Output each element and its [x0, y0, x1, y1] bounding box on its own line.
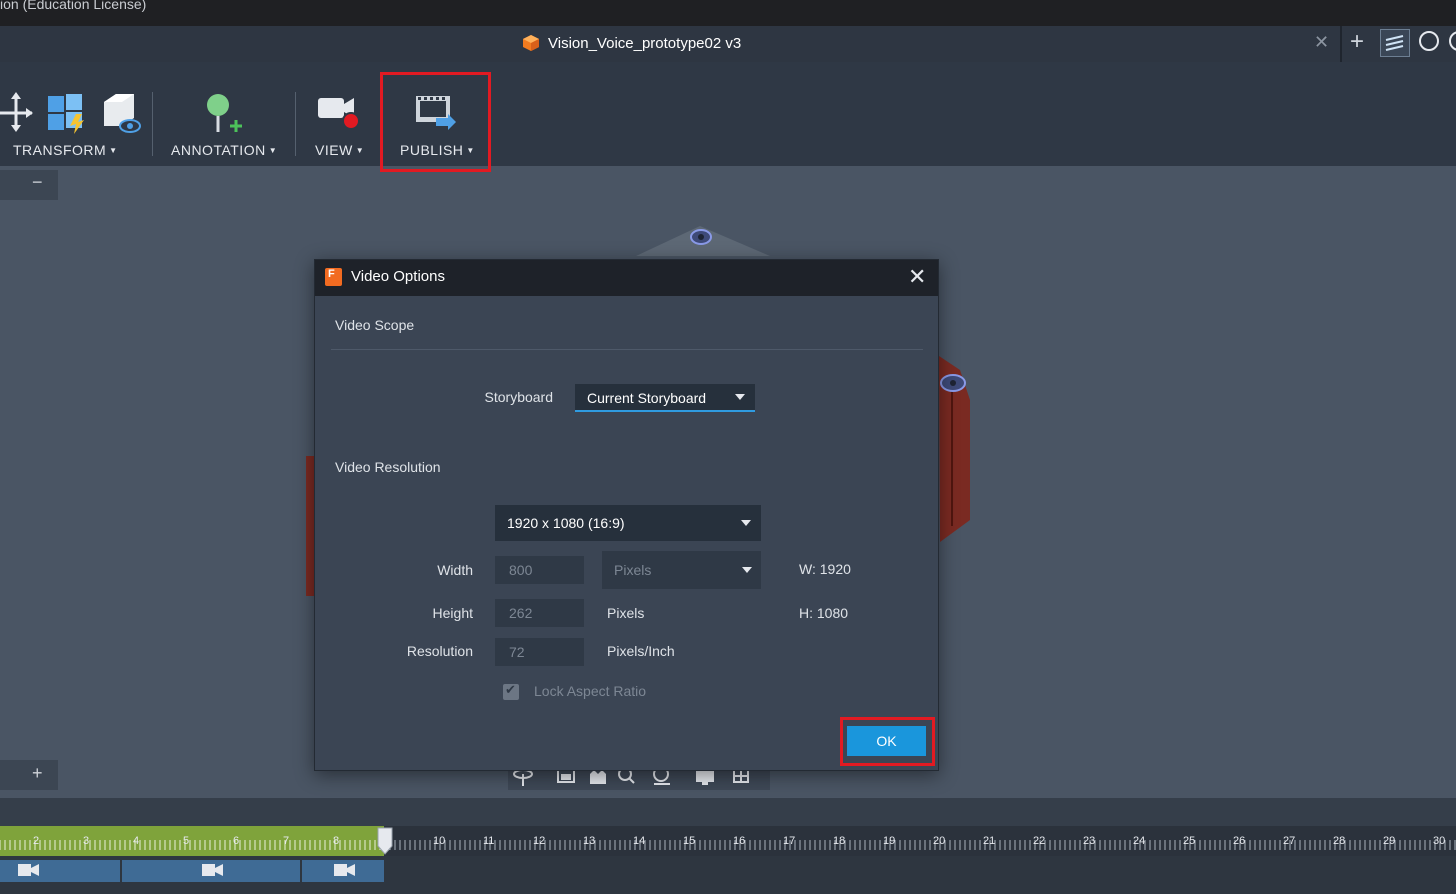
view-group[interactable]: VIEW ▼ — [304, 62, 374, 166]
timeline-tick-label: 7 — [283, 835, 290, 847]
annotation-group[interactable]: ANNOTATION ▼ — [160, 62, 290, 166]
look-at-icon[interactable] — [557, 769, 575, 783]
video-options-dialog: F Video Options ✕ Video Scope Storyboard… — [314, 259, 939, 771]
timeline-tick-label: 22 — [1033, 835, 1046, 847]
dialog-title: Video Options — [351, 268, 445, 285]
width-field[interactable]: 800 — [495, 556, 584, 584]
grid-icon[interactable] — [733, 769, 749, 783]
camera-icon — [18, 864, 39, 876]
chevron-down-icon — [741, 520, 751, 526]
timeline-tick-label: 19 — [883, 835, 896, 847]
timeline-tick-label: 5 — [183, 835, 190, 847]
transform-label: TRANSFORM ▼ — [13, 142, 118, 158]
camera-icon — [334, 864, 355, 876]
video-scope-heading: Video Scope — [335, 317, 415, 333]
timeline-tick-label: 16 — [733, 835, 746, 847]
height-field[interactable]: 262 — [495, 599, 584, 627]
timeline-tick-label: 28 — [1333, 835, 1346, 847]
timeline-tick-label: 21 — [983, 835, 996, 847]
publish-highlight-box — [380, 72, 491, 172]
height-unit: Pixels — [607, 605, 645, 621]
app-title: ion (Education License) — [0, 0, 147, 12]
help-icon[interactable] — [1419, 31, 1439, 51]
resolution-preset-value: 1920 x 1080 (16:9) — [507, 515, 625, 531]
expand-panel-button[interactable]: + — [0, 760, 58, 790]
timeline-header — [0, 798, 1456, 826]
fusion-logo-icon: F — [325, 268, 342, 286]
move-icon — [0, 92, 33, 132]
playhead-icon[interactable] — [376, 826, 394, 856]
video-resolution-heading: Video Resolution — [335, 459, 441, 475]
resolution-label: Resolution — [406, 643, 473, 659]
timeline-tick-label: 14 — [633, 835, 646, 847]
document-tab[interactable]: Vision_Voice_prototype02 v3 — [522, 34, 741, 52]
timeline-tick-label: 27 — [1283, 835, 1296, 847]
account-icon[interactable] — [1449, 31, 1456, 51]
camera-icon — [202, 864, 223, 876]
app-title-bar: ion (Education License) — [0, 0, 1456, 26]
lock-aspect-ratio-label: Lock Aspect Ratio — [534, 683, 647, 699]
camera-icon — [318, 98, 360, 130]
storyboard-dropdown[interactable]: Current Storyboard — [575, 384, 755, 412]
timeline-tick-label: 30 — [1433, 835, 1446, 847]
height-label: Height — [432, 605, 473, 621]
chevron-down-icon — [735, 394, 745, 400]
timeline-tick-label: 11 — [483, 835, 495, 847]
close-tab-icon[interactable]: ✕ — [1314, 32, 1329, 53]
width-unit-dropdown[interactable]: Pixels — [602, 551, 761, 589]
timeline-tick-label: 6 — [233, 835, 240, 847]
pan-icon[interactable] — [590, 770, 606, 784]
transform-group[interactable]: TRANSFORM ▼ — [0, 62, 150, 166]
timeline-tick-label: 2 — [33, 835, 40, 847]
collapse-panel-button[interactable]: − — [0, 170, 58, 200]
timeline-tick-label: 17 — [783, 835, 796, 847]
divider — [295, 92, 296, 156]
timeline-tick-label: 24 — [1133, 835, 1146, 847]
width-info: W: 1920 — [799, 561, 851, 577]
storyboard-label: Storyboard — [484, 389, 553, 405]
timeline-tick-label: 12 — [533, 835, 546, 847]
document-tab-bar: Vision_Voice_prototype02 v3 ✕ + — [0, 26, 1456, 62]
resolution-unit: Pixels/Inch — [607, 643, 675, 659]
new-tab-icon[interactable]: + — [1350, 28, 1364, 56]
job-status-icon[interactable] — [1380, 29, 1410, 57]
timeline-tick-label: 26 — [1233, 835, 1246, 847]
annotation-label: ANNOTATION ▼ — [171, 142, 278, 158]
view-label: VIEW ▼ — [315, 142, 365, 158]
chevron-down-icon — [742, 567, 752, 573]
ribbon-toolbar: TRANSFORM ▼ ANNOTATION ▼ VIEW ▼ PUBLISH ▼ — [0, 62, 1456, 166]
divider — [152, 92, 153, 156]
resolution-preset-dropdown[interactable]: 1920 x 1080 (16:9) — [495, 505, 761, 541]
display-settings-icon[interactable] — [696, 770, 714, 785]
timeline-tick-label: 25 — [1183, 835, 1196, 847]
timeline-tick-label: 10 — [433, 835, 446, 847]
ok-highlight-box — [840, 717, 935, 766]
timeline-tick-label: 13 — [583, 835, 596, 847]
lock-aspect-ratio-checkbox[interactable]: ✔ — [503, 682, 519, 700]
resolution-field[interactable]: 72 — [495, 638, 584, 666]
width-unit-value: Pixels — [614, 562, 652, 578]
timeline-tick-label: 20 — [933, 835, 946, 847]
timeline-tick-label: 3 — [83, 835, 90, 847]
orbit-icon[interactable] — [513, 769, 533, 786]
timeline-tick-label: 29 — [1383, 835, 1396, 847]
storyboard-value: Current Storyboard — [587, 390, 707, 406]
timeline-tick-label: 23 — [1083, 835, 1096, 847]
divider — [331, 349, 923, 350]
timeline-tick-label: 15 — [683, 835, 696, 847]
width-label: Width — [437, 562, 473, 578]
document-title: Vision_Voice_prototype02 v3 — [548, 34, 742, 52]
timeline-tick-label: 4 — [133, 835, 140, 847]
timeline-tick-label: 8 — [333, 835, 340, 847]
visibility-icon — [104, 94, 141, 133]
height-info: H: 1080 — [799, 605, 849, 621]
annotation-pin-icon — [207, 94, 242, 132]
cube-icon — [523, 35, 539, 51]
timeline-tick-label: 18 — [833, 835, 846, 847]
divider — [1340, 26, 1342, 62]
align-components-icon — [48, 94, 84, 134]
close-icon[interactable]: ✕ — [908, 264, 926, 290]
dialog-header: F Video Options ✕ — [315, 260, 938, 296]
